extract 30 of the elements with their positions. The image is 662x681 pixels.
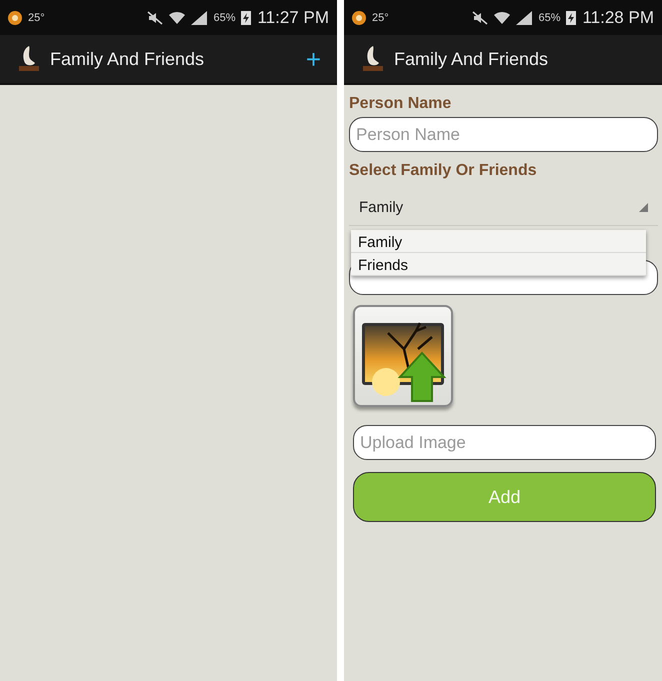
field-label: Select Family Or Friends [349, 162, 538, 180]
temperature: 25° [372, 12, 389, 24]
field-label: Person Name [349, 95, 452, 113]
notification-icon [352, 10, 366, 24]
dropdown-option[interactable]: Friends [351, 253, 646, 276]
battery-level: 65% [538, 12, 560, 24]
clock: 11:28 PM [582, 8, 654, 28]
logo-icon [18, 45, 40, 73]
app-title: Family And Friends [50, 48, 206, 70]
category-dropdown[interactable]: Family [349, 190, 658, 226]
dropdown-corner-icon [639, 203, 648, 212]
clock: 11:27 PM [257, 8, 329, 28]
signal-icon [191, 10, 208, 24]
signal-icon [516, 10, 532, 24]
mute-icon [472, 10, 488, 24]
temperature: 25° [28, 12, 45, 24]
mute-icon [147, 10, 164, 24]
battery-icon [566, 10, 576, 25]
wifi-icon [169, 10, 186, 24]
image-picker-button[interactable] [353, 305, 453, 407]
app-title: Family And Friends [394, 48, 550, 70]
battery-level: 65% [213, 12, 236, 24]
logo-icon [362, 45, 384, 73]
notification-icon [8, 10, 22, 24]
wifi-icon [494, 10, 510, 24]
add-action-button[interactable]: + [302, 44, 325, 74]
dropdown-option[interactable]: Family [351, 230, 646, 253]
person-name-field[interactable]: Person Name [349, 117, 658, 152]
battery-icon [241, 10, 252, 25]
upload-image-field[interactable]: Upload Image [353, 425, 656, 460]
